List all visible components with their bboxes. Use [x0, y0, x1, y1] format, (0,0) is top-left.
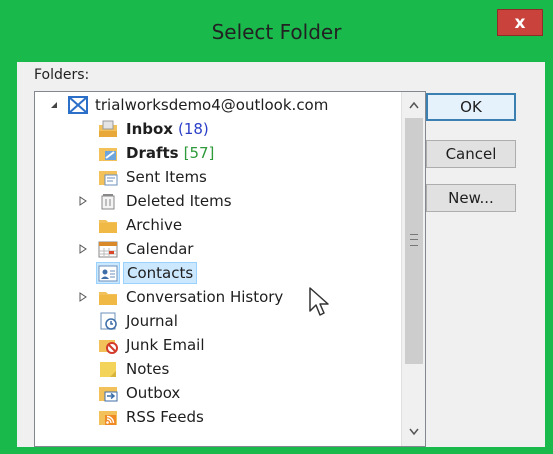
tree-item-calendar[interactable]: Calendar [35, 238, 401, 260]
tree-item-sent-items[interactable]: Sent Items [35, 166, 401, 188]
folder-icon [97, 287, 119, 307]
tree-item-archive[interactable]: Archive [35, 214, 401, 236]
expand-arrow-icon[interactable] [78, 243, 88, 255]
tree-item-outbox[interactable]: Outbox [35, 382, 401, 404]
mouse-pointer-icon [309, 287, 329, 316]
vertical-scrollbar[interactable] [401, 92, 425, 446]
unread-count: [57] [183, 144, 215, 162]
tree-account-row[interactable]: trialworksdemo4@outlook.com [35, 94, 401, 116]
tree-item-label: RSS Feeds [126, 408, 204, 426]
folder-name: Archive [126, 216, 183, 234]
folder-name: Contacts [127, 264, 194, 282]
tree-item-label: Notes [126, 360, 169, 378]
folder-name: Inbox [126, 120, 173, 138]
folder-name: Conversation History [126, 288, 284, 306]
folder-name: Notes [126, 360, 170, 378]
contacts-icon [96, 262, 120, 284]
outbox-icon [97, 383, 119, 403]
collapse-arrow-icon[interactable] [49, 99, 59, 111]
select-folder-dialog: Select Folder x Folders: trialworksdemo4… [0, 0, 553, 454]
tree-item-label: Deleted Items [126, 192, 232, 210]
title-bar[interactable]: Select Folder x [0, 0, 553, 62]
folder-tree[interactable]: trialworksdemo4@outlook.com Inbox (18) Dra… [34, 91, 426, 447]
tree-item-junk-email[interactable]: Junk Email [35, 334, 401, 356]
tree-item-label: Junk Email [126, 336, 205, 354]
cancel-button[interactable]: Cancel [426, 140, 516, 168]
tree-item-label: Calendar [126, 240, 193, 258]
tree-item-label: Inbox (18) [126, 120, 209, 138]
scroll-down-arrow-icon[interactable] [403, 420, 425, 442]
folder-name: Deleted Items [126, 192, 232, 210]
new-folder-button[interactable]: New... [426, 184, 516, 212]
journal-icon [97, 311, 119, 331]
tree-item-label: Drafts [57] [126, 144, 214, 162]
tree-item-label: Journal [126, 312, 178, 330]
tree-item-deleted-items[interactable]: Deleted Items [35, 190, 401, 212]
folder-name: Sent Items [126, 168, 207, 186]
tree-item-rss-feeds[interactable]: RSS Feeds [35, 406, 401, 428]
folders-label: Folders: [34, 67, 90, 83]
expand-arrow-icon[interactable] [78, 195, 88, 207]
tree-item-inbox[interactable]: Inbox (18) [35, 118, 401, 140]
folder-name: RSS Feeds [126, 408, 204, 426]
folder-name: Drafts [126, 144, 179, 162]
tree-item-journal[interactable]: Journal [35, 310, 401, 332]
calendar-icon [97, 239, 119, 259]
close-button[interactable]: x [497, 9, 543, 36]
scroll-up-arrow-icon[interactable] [403, 94, 425, 116]
account-icon [67, 95, 89, 115]
tree-item-conversation-history[interactable]: Conversation History [35, 286, 401, 308]
folder-icon [97, 215, 119, 235]
tree-item-label: Outbox [126, 384, 180, 402]
deleted-items-icon [97, 191, 119, 211]
tree-item-label: Contacts [123, 262, 198, 284]
notes-icon [97, 359, 119, 379]
junk-email-icon [97, 335, 119, 355]
tree-item-contacts[interactable]: Contacts [35, 262, 401, 284]
folder-name: Outbox [126, 384, 181, 402]
ok-button[interactable]: OK [426, 93, 516, 121]
folder-name: Junk Email [126, 336, 205, 354]
tree-item-drafts[interactable]: Drafts [57] [35, 142, 401, 164]
expand-arrow-icon[interactable] [78, 291, 88, 303]
grip-icon [410, 234, 418, 246]
tree-item-notes[interactable]: Notes [35, 358, 401, 380]
tree-item-label: Conversation History [126, 288, 283, 306]
dialog-title: Select Folder [211, 20, 342, 44]
rss-icon [97, 407, 119, 427]
account-label: trialworksdemo4@outlook.com [95, 96, 329, 114]
close-icon: x [514, 12, 526, 33]
folder-name: Journal [126, 312, 178, 330]
scrollbar-thumb[interactable] [405, 118, 423, 364]
inbox-icon [97, 119, 119, 139]
tree-item-label: Archive [126, 216, 182, 234]
unread-count: (18) [177, 120, 209, 138]
folder-name: Calendar [126, 240, 194, 258]
drafts-icon [97, 143, 119, 163]
dialog-body: Folders: trialworksdemo4@outlook.com Inb… [17, 62, 545, 447]
sent-items-icon [97, 167, 119, 187]
tree-item-label: Sent Items [126, 168, 207, 186]
